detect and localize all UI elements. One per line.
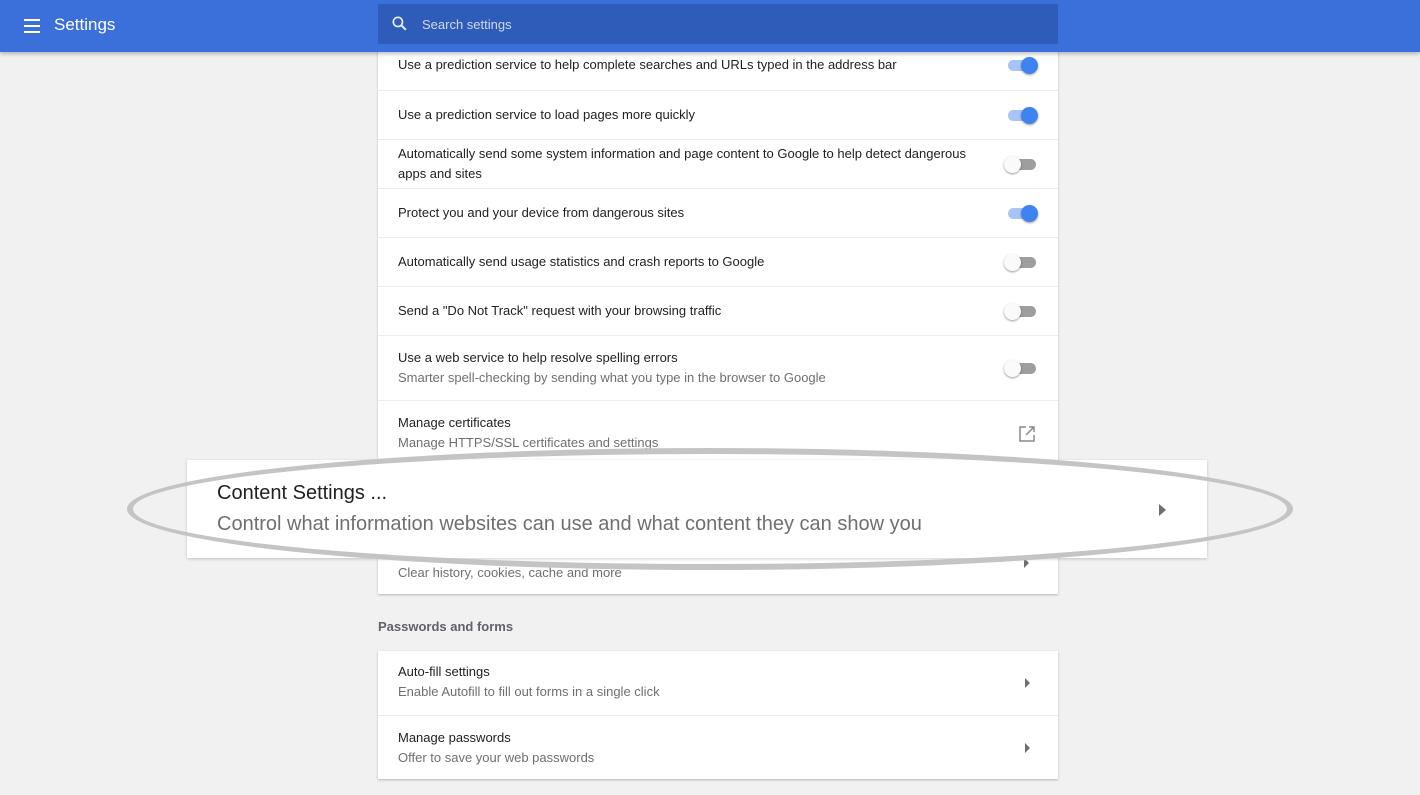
setting-title: Manage certificates [398,415,511,430]
setting-title-line2: apps and sites [398,166,482,181]
chevron-right-icon [1159,504,1166,516]
setting-row-manage-passwords[interactable]: Manage passwords Offer to save your web … [378,715,1058,779]
app-title: Settings [54,15,116,34]
setting-subtitle: Smarter spell-checking by sending what y… [398,370,826,385]
setting-subtitle: Clear history, cookies, cache and more [398,565,622,580]
setting-subtitle: Enable Autofill to fill out forms in a s… [398,684,660,699]
setting-row-spelling[interactable]: Use a web service to help resolve spelli… [378,335,1058,400]
toggle-switch[interactable] [1004,205,1038,222]
setting-title: Manage passwords [398,730,511,745]
setting-title: Automatically send usage statistics and … [398,254,765,269]
setting-title: Use a web service to help resolve spelli… [398,350,678,365]
toggle-switch[interactable] [1004,360,1038,377]
setting-row-send-system-info[interactable]: Automatically send some system informati… [378,139,1058,188]
setting-row-prediction-load[interactable]: Use a prediction service to load pages m… [378,90,1058,139]
setting-title: Automatically send some system informati… [398,146,967,161]
search-input[interactable] [422,4,1042,44]
setting-row-autofill[interactable]: Auto-fill settings Enable Autofill to fi… [378,651,1058,715]
setting-title: Use a prediction service to help complet… [398,57,897,72]
setting-title: Send a "Do Not Track" request with your … [398,303,722,318]
open-in-new-icon[interactable] [1018,425,1036,443]
toggle-switch[interactable] [1004,107,1038,124]
toggle-switch[interactable] [1004,303,1038,320]
setting-title: Auto-fill settings [398,664,490,679]
content-settings-callout[interactable]: Content Settings ... Control what inform… [187,460,1207,558]
setting-title: Use a prediction service to load pages m… [398,107,695,122]
top-bar: Settings [0,0,1420,52]
callout-subtitle: Control what information websites can us… [217,513,922,535]
search-box[interactable] [378,4,1058,44]
hamburger-menu-icon[interactable] [20,14,44,38]
setting-row-usage-stats[interactable]: Automatically send usage statistics and … [378,237,1058,286]
setting-row-do-not-track[interactable]: Send a "Do Not Track" request with your … [378,286,1058,335]
setting-row-manage-certificates[interactable]: Manage certificates Manage HTTPS/SSL cer… [378,400,1058,464]
toggle-switch[interactable] [1004,57,1038,74]
passwords-card: Auto-fill settings Enable Autofill to fi… [378,651,1058,779]
section-heading-passwords: Passwords and forms [378,619,514,634]
chevron-right-icon [1025,678,1030,688]
setting-title: Protect you and your device from dangero… [398,205,685,220]
toggle-switch[interactable] [1004,156,1038,173]
chevron-right-icon [1024,558,1029,568]
setting-subtitle: Offer to save your web passwords [398,750,595,765]
callout-title: Content Settings ... [217,482,388,504]
search-icon [392,16,407,31]
toggle-switch[interactable] [1004,254,1038,271]
setting-subtitle: Manage HTTPS/SSL certificates and settin… [398,435,659,450]
setting-row-safe-browsing[interactable]: Protect you and your device from dangero… [378,188,1058,237]
chevron-right-icon [1025,743,1030,753]
